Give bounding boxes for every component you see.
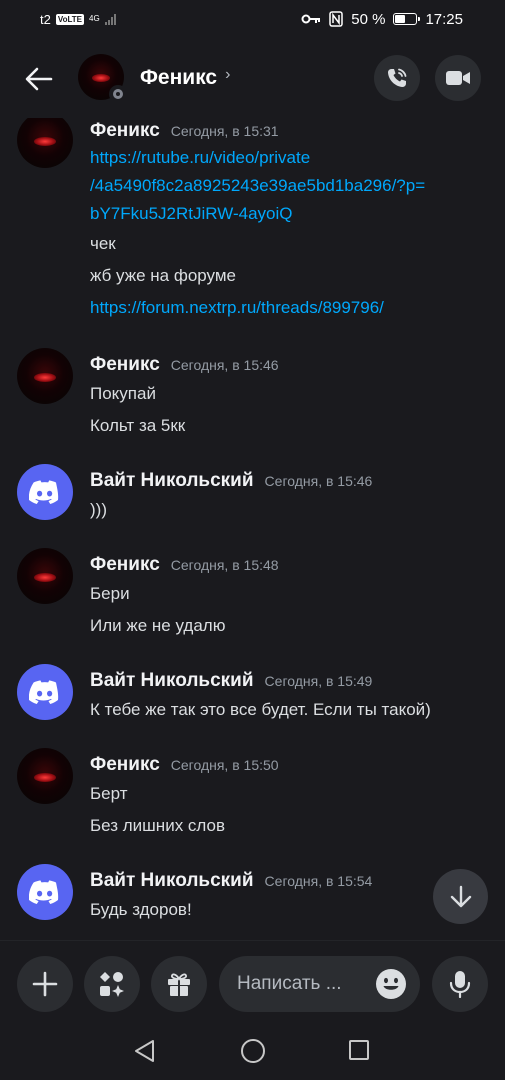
nav-home-icon[interactable] [241, 1039, 265, 1063]
message-link[interactable]: https://rutube.ru/video/private [90, 148, 310, 168]
add-attachment-button[interactable] [17, 956, 73, 1012]
message-timestamp: Сегодня, в 15:48 [170, 557, 279, 573]
arrow-down-icon [450, 885, 471, 907]
emoji-icon[interactable] [375, 968, 407, 1000]
nfc-icon [329, 11, 343, 27]
phone-call-icon [388, 68, 407, 87]
gift-icon [168, 973, 190, 996]
voice-call-button[interactable] [374, 55, 420, 101]
message-timestamp: Сегодня, в 15:46 [170, 357, 279, 373]
message-header: Феникс Сегодня, в 15:31 [90, 120, 279, 142]
message-composer [0, 940, 505, 1025]
chat-header: Феникс › [0, 38, 505, 118]
key-icon [301, 14, 321, 24]
carrier-label: t2 [40, 11, 51, 27]
message-timestamp: Сегодня, в 15:50 [170, 757, 279, 773]
chevron-right-icon: › [225, 66, 231, 83]
avatar[interactable] [17, 748, 73, 804]
chat-title[interactable]: Феникс › [140, 66, 230, 90]
avatar[interactable] [17, 664, 73, 720]
avatar-eye [34, 373, 56, 382]
status-bar: t2 VoLTE 4G 50 % 17:25 [0, 0, 505, 38]
chat-title-text: Феникс [140, 66, 218, 89]
network-type: 4G [89, 14, 100, 23]
message-header: Вайт Никольский Сегодня, в 15:54 [90, 870, 372, 892]
message-text: К тебе же так это все будет. Если ты так… [90, 700, 431, 719]
message-author[interactable]: Вайт Никольский [90, 470, 254, 492]
status-bar-left: t2 VoLTE 4G [40, 12, 116, 27]
battery-percent: 50 % [351, 10, 386, 28]
message-author[interactable]: Феникс [90, 354, 160, 376]
message-author[interactable]: Феникс [90, 554, 160, 576]
voice-message-button[interactable] [432, 956, 488, 1012]
message-author[interactable]: Феникс [90, 120, 160, 142]
message-timestamp: Сегодня, в 15:31 [170, 123, 279, 139]
nav-recents-icon[interactable] [349, 1040, 369, 1060]
avatar[interactable] [17, 864, 73, 920]
message-header: Вайт Никольский Сегодня, в 15:49 [90, 670, 372, 692]
message-author[interactable]: Вайт Никольский [90, 870, 254, 892]
avatar-eye [34, 137, 56, 146]
volte-badge: VoLTE [55, 13, 84, 25]
message-text: жб уже на форуме [90, 266, 236, 285]
plus-icon [32, 971, 58, 997]
message-input-container [219, 956, 420, 1012]
microphone-icon [449, 971, 471, 998]
message-text: Будь здоров! [90, 900, 192, 919]
message-timestamp: Сегодня, в 15:46 [264, 473, 373, 489]
message-header: Феникс Сегодня, в 15:46 [90, 354, 279, 376]
clock: 17:25 [425, 10, 463, 28]
message-header: Феникс Сегодня, в 15:48 [90, 554, 279, 576]
arrow-left-icon [25, 67, 53, 91]
message-header: Феникс Сегодня, в 15:50 [90, 754, 279, 776]
avatar[interactable] [17, 464, 73, 520]
message-text: чек [90, 234, 116, 253]
battery-icon [393, 13, 421, 25]
avatar[interactable] [17, 548, 73, 604]
message-text: Покупай [90, 384, 156, 403]
video-call-button[interactable] [435, 55, 481, 101]
avatar-eye [92, 74, 110, 82]
message-text: Бери [90, 584, 130, 603]
avatar[interactable] [17, 348, 73, 404]
message-author[interactable]: Вайт Никольский [90, 670, 254, 692]
scroll-to-bottom-button[interactable] [433, 869, 488, 924]
avatar-eye [34, 573, 56, 582]
message-timestamp: Сегодня, в 15:49 [264, 673, 373, 689]
discord-logo-icon [29, 880, 59, 904]
status-bar-right: 50 % 17:25 [301, 11, 463, 28]
message-input[interactable] [219, 956, 369, 1012]
system-navigation-bar [0, 1025, 505, 1080]
message-list[interactable]: Феникс Сегодня, в 15:31 https://rutube.r… [0, 118, 505, 940]
message-author[interactable]: Феникс [90, 754, 160, 776]
back-button[interactable] [22, 62, 56, 96]
message-timestamp: Сегодня, в 15:54 [264, 873, 373, 889]
signal-icon [104, 13, 116, 25]
discord-logo-icon [29, 480, 59, 504]
message-text: Берт [90, 784, 128, 803]
header-avatar[interactable] [78, 54, 127, 103]
gift-button[interactable] [151, 956, 207, 1012]
status-indicator-offline [109, 85, 127, 103]
message-text: Без лишних слов [90, 816, 226, 835]
message-link[interactable]: /4a5490f8c2a8925243e39ae5bd1ba296/?p= [90, 176, 425, 196]
message-text: Или же не удалю [90, 616, 226, 635]
discord-logo-icon [29, 680, 59, 704]
apps-button[interactable] [84, 956, 140, 1012]
video-camera-icon [446, 71, 470, 85]
nav-back-icon[interactable] [133, 1039, 157, 1063]
message-link[interactable]: https://forum.nextrp.ru/threads/899796/ [90, 298, 384, 318]
message-link[interactable]: bY7Fku5J2RtJiRW-4ayoiQ [90, 204, 293, 224]
avatar-eye [34, 773, 56, 782]
message-text: ))) [90, 500, 107, 519]
avatar[interactable] [17, 118, 73, 168]
message-header: Вайт Никольский Сегодня, в 15:46 [90, 470, 372, 492]
apps-icon [100, 972, 124, 997]
message-text: Кольт за 5кк [90, 416, 186, 435]
